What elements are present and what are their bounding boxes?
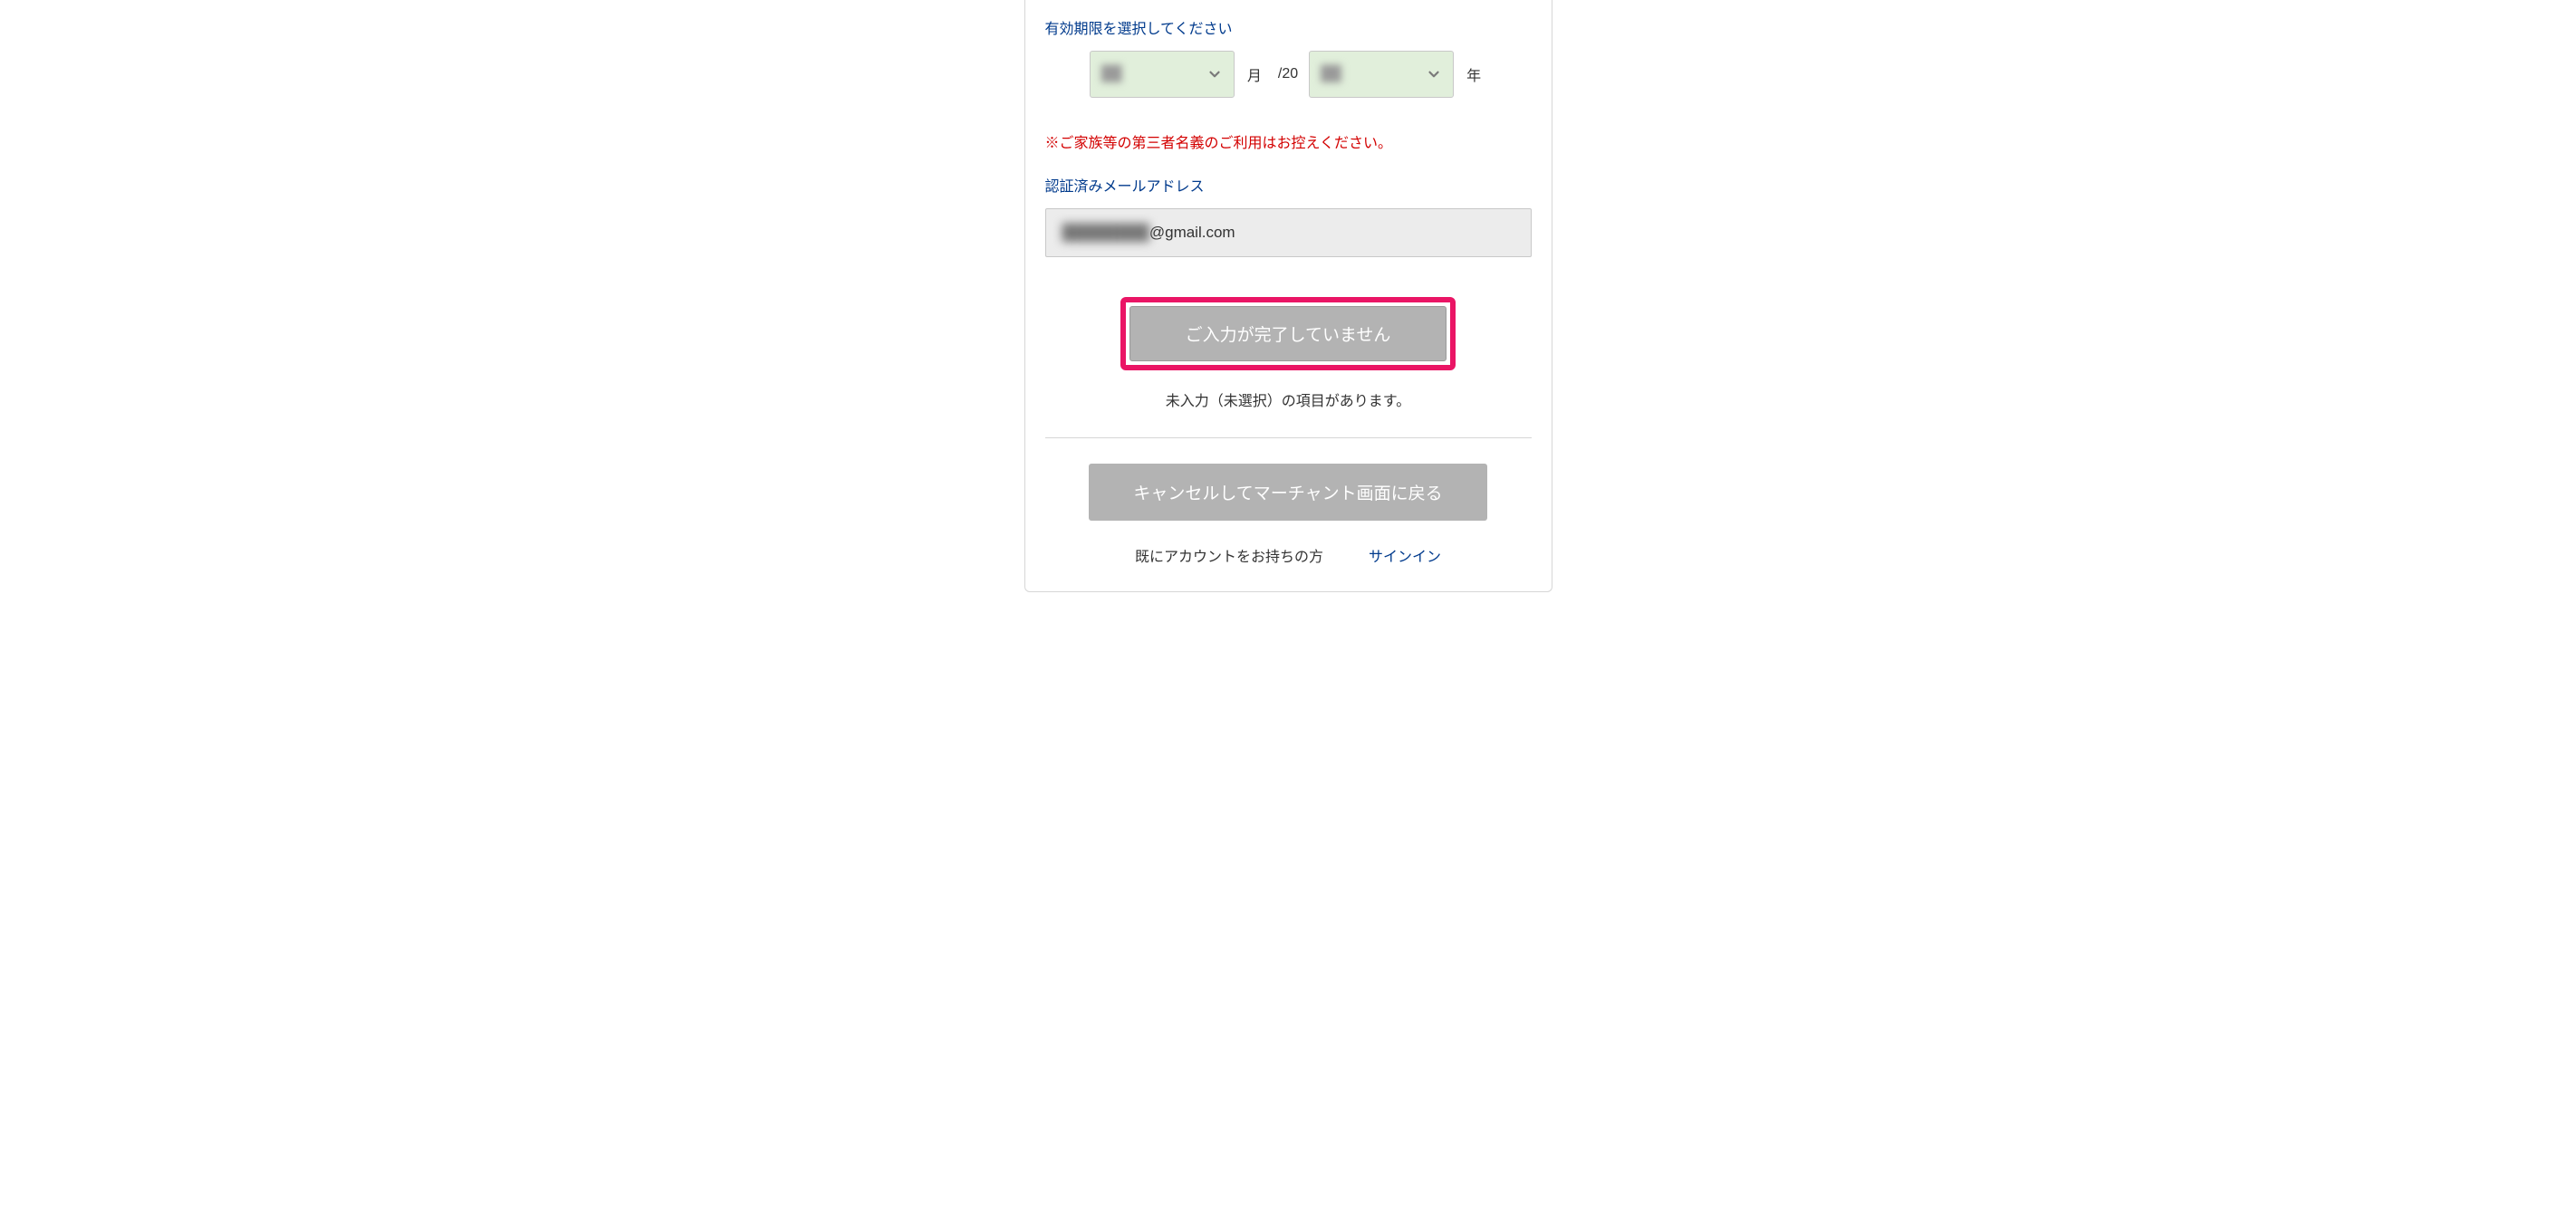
year-unit: 年: [1466, 63, 1481, 85]
signin-prompt: 既にアカウントをお持ちの方: [1135, 544, 1323, 566]
year-prefix: /20: [1278, 66, 1298, 82]
expiry-year-select[interactable]: ██: [1309, 51, 1454, 98]
divider: [1045, 437, 1532, 438]
submit-wrap: ご入力が完了していません: [1045, 297, 1532, 370]
verified-email-display: ████████ @gmail.com: [1045, 208, 1532, 257]
email-domain: @gmail.com: [1149, 224, 1235, 242]
expiry-month-value: ██: [1101, 66, 1122, 82]
incomplete-message: 未入力（未選択）の項目があります。: [1045, 388, 1532, 410]
form-card: 有効期限を選択してください ██ 月 /20 ██ 年 ※ご家族等の第三者名義の…: [1024, 0, 1552, 592]
chevron-down-icon: [1426, 66, 1442, 82]
third-party-warning: ※ご家族等の第三者名義のご利用はお控えください。: [1045, 130, 1532, 152]
month-unit: 月: [1247, 63, 1262, 85]
signin-link[interactable]: サインイン: [1369, 544, 1441, 566]
expiry-label: 有効期限を選択してください: [1045, 16, 1532, 38]
cancel-button[interactable]: キャンセルしてマーチャント画面に戻る: [1089, 464, 1487, 521]
expiry-month-select[interactable]: ██: [1090, 51, 1235, 98]
email-local-masked: ████████: [1062, 224, 1149, 242]
chevron-down-icon: [1206, 66, 1223, 82]
expiry-year-value: ██: [1321, 66, 1341, 82]
signin-row: 既にアカウントをお持ちの方 サインイン: [1045, 544, 1532, 566]
submit-button[interactable]: ご入力が完了していません: [1129, 306, 1447, 361]
email-label: 認証済みメールアドレス: [1045, 174, 1532, 196]
expiry-row: ██ 月 /20 ██ 年: [1045, 51, 1532, 98]
submit-highlight-frame: ご入力が完了していません: [1120, 297, 1456, 370]
